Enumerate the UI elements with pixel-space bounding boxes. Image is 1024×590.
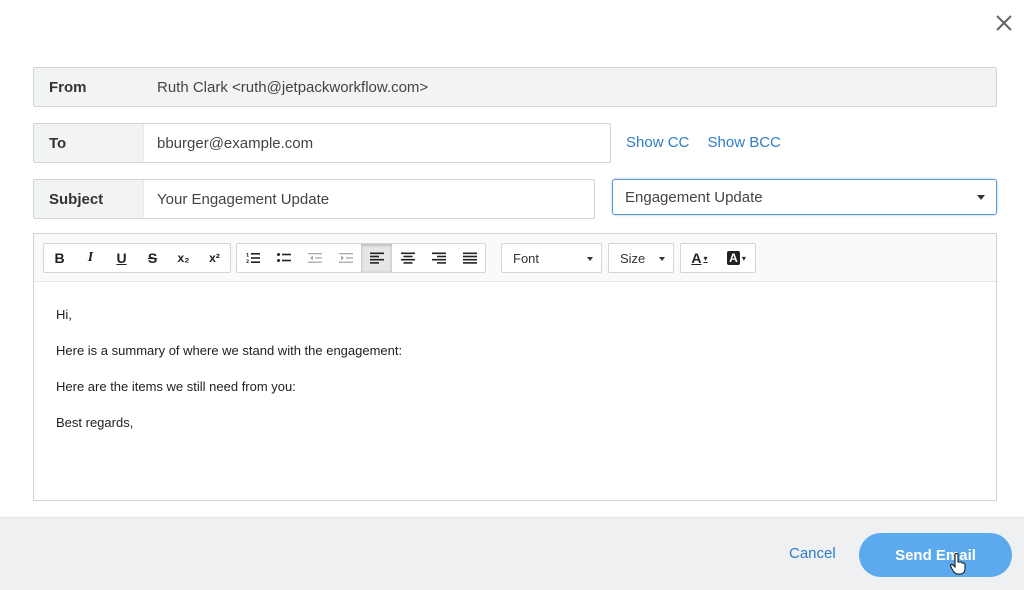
ordered-list-icon[interactable]: 12 <box>237 244 268 272</box>
background-color-icon: A <box>727 251 740 265</box>
chevron-down-icon <box>587 257 593 261</box>
from-label: From <box>34 68 144 106</box>
from-value: Ruth Clark <ruth@jetpackworkflow.com> <box>157 78 429 96</box>
superscript-button[interactable]: x² <box>199 244 230 272</box>
hand-cursor-icon <box>950 553 966 575</box>
chevron-down-icon <box>977 195 985 200</box>
align-right-icon[interactable] <box>423 244 454 272</box>
svg-text:2: 2 <box>246 259 249 264</box>
font-color-button[interactable]: A ▾ <box>681 244 718 272</box>
body-line: Best regards, <box>56 415 134 430</box>
svg-text:1: 1 <box>246 253 249 259</box>
font-color-icon: A <box>691 250 702 266</box>
align-left-icon[interactable] <box>361 244 392 272</box>
align-center-icon[interactable] <box>392 244 423 272</box>
body-line: Here are the items we still need from yo… <box>56 379 296 394</box>
template-selected-value: Engagement Update <box>625 188 763 206</box>
subject-field[interactable]: Subject Your Engagement Update <box>33 179 595 219</box>
body-line: Here is a summary of where we stand with… <box>56 343 403 358</box>
subject-label: Subject <box>34 180 144 218</box>
to-input[interactable]: bburger@example.com <box>144 124 610 162</box>
cancel-button[interactable]: Cancel <box>789 545 836 562</box>
indent-icon[interactable] <box>330 244 361 272</box>
to-field[interactable]: To bburger@example.com <box>33 123 611 163</box>
font-dropdown-label: Font <box>513 250 540 266</box>
close-icon[interactable] <box>992 11 1016 35</box>
show-cc-link[interactable]: Show CC <box>626 134 689 151</box>
body-line: Hi, <box>56 307 72 322</box>
align-justify-icon[interactable] <box>454 244 485 272</box>
subscript-button[interactable]: x₂ <box>168 244 199 272</box>
cc-links: Show CC Show BCC <box>626 134 795 151</box>
unordered-list-icon[interactable] <box>268 244 299 272</box>
underline-button[interactable]: U <box>106 244 137 272</box>
from-field: From Ruth Clark <ruth@jetpackworkflow.co… <box>33 67 997 107</box>
text-style-group: B I U S x₂ x² <box>43 243 231 273</box>
italic-button[interactable]: I <box>75 244 106 272</box>
show-bcc-link[interactable]: Show BCC <box>708 134 781 151</box>
bold-button[interactable]: B <box>44 244 75 272</box>
font-dropdown[interactable]: Font <box>501 243 602 273</box>
background-color-button[interactable]: A ▾ <box>718 244 755 272</box>
size-dropdown-label: Size <box>620 250 646 266</box>
size-dropdown[interactable]: Size <box>608 243 674 273</box>
to-label: To <box>34 124 144 162</box>
outdent-icon[interactable] <box>299 244 330 272</box>
subject-input[interactable]: Your Engagement Update <box>144 180 594 218</box>
template-select[interactable]: Engagement Update <box>612 179 997 215</box>
color-group: A ▾ A ▾ <box>680 243 756 273</box>
list-align-group: 12 <box>236 243 486 273</box>
dialog-footer: Cancel Send Email <box>0 517 1024 590</box>
send-email-button[interactable]: Send Email <box>859 533 1012 577</box>
chevron-down-icon <box>659 257 665 261</box>
editor-toolbar: B I U S x₂ x² 12 Font Size A ▾ A ▾ <box>34 234 996 282</box>
email-body[interactable]: Hi, Here is a summary of where we stand … <box>34 282 996 476</box>
email-editor[interactable]: B I U S x₂ x² 12 Font Size A ▾ A ▾ Hi, H… <box>33 233 997 501</box>
strikethrough-button[interactable]: S <box>137 244 168 272</box>
